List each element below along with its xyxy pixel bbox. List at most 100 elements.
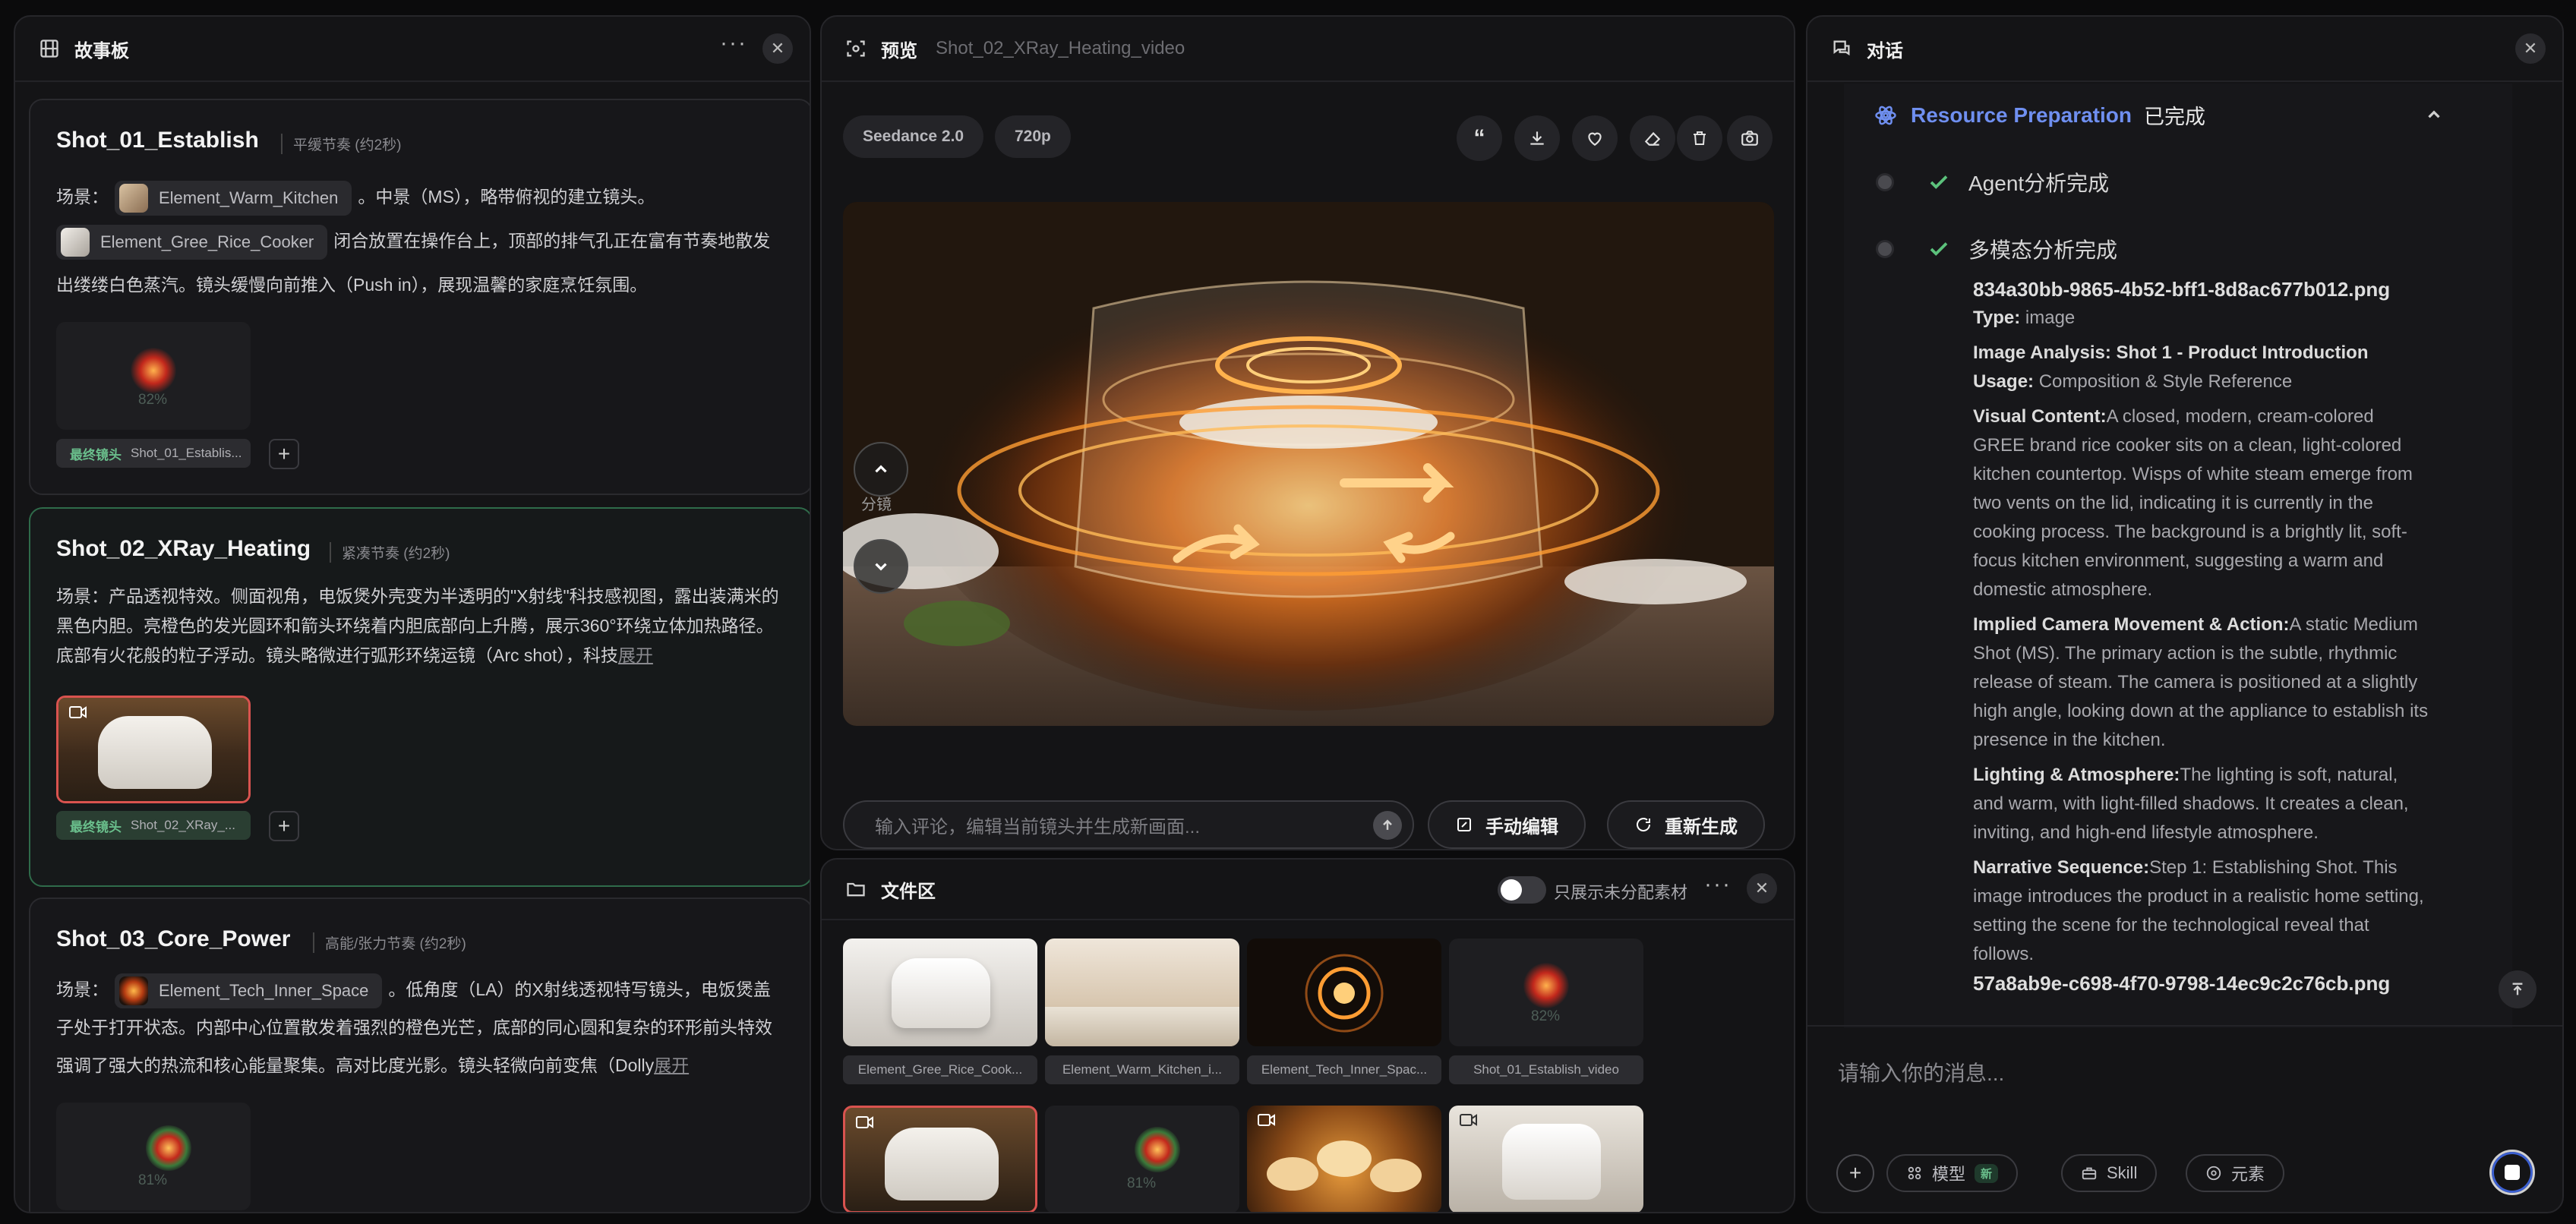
send-comment-button[interactable]: [1373, 811, 1402, 840]
loading-glow: [146, 1125, 191, 1171]
element-chip[interactable]: Element_Warm_Kitchen: [115, 180, 352, 216]
rice-cooker-thumb: [61, 227, 90, 257]
chat-icon: [1829, 36, 1855, 62]
dumplings-image: [1267, 1140, 1422, 1192]
shot-title: Shot_02_XRay_Heating: [56, 536, 311, 561]
progress-text: 82%: [1531, 1008, 1561, 1024]
arrow-up-icon: [1383, 819, 1392, 830]
loading-glow: [1523, 963, 1569, 1008]
unassigned-toggle[interactable]: [1498, 876, 1546, 904]
rice-cooker-image: [1502, 1124, 1601, 1200]
chevron-down-icon: [875, 563, 887, 571]
resolution-pill[interactable]: 720p: [995, 115, 1071, 158]
erase-button[interactable]: [1630, 115, 1675, 161]
shot-card-3[interactable]: Shot_03_Core_Power 高能/张力节奏 (约2秒) 场景： Elem…: [29, 897, 810, 1212]
skill-button[interactable]: Skill: [2061, 1154, 2158, 1192]
chat-input-placeholder: 请输入你的消息...: [1838, 1062, 2005, 1085]
new-badge: 新: [1975, 1163, 1999, 1183]
shot-description: 场景： Element_Tech_Inner_Space 。低角度（LA）的X射线透…: [56, 970, 785, 1084]
shot-tag: 平缓节奏 (约2秒): [281, 134, 402, 154]
add-shot-button[interactable]: +: [269, 811, 299, 841]
shot-card-1[interactable]: Shot_01_Establish 平缓节奏 (约2秒) 场景： Element_…: [29, 99, 810, 495]
file-area-header: 文件区 只展示未分配素材 ··· ✕: [822, 860, 1794, 920]
preview-header: 预览 Shot_02_XRay_Heating_video: [822, 17, 1794, 82]
video-player[interactable]: [843, 202, 1774, 726]
next-shot-button[interactable]: [854, 539, 908, 594]
progress-text: 81%: [138, 1172, 168, 1188]
more-icon[interactable]: ···: [1704, 872, 1732, 897]
expand-link[interactable]: 展开: [654, 1055, 689, 1075]
download-button[interactable]: [1514, 115, 1560, 161]
add-attachment-button[interactable]: +: [1836, 1154, 1874, 1192]
shot-thumbnail[interactable]: 82%: [56, 322, 251, 430]
file-tile[interactable]: [843, 1106, 1037, 1212]
shot-description: 场景： Element_Warm_Kitchen 。中景（MS），略带俯视的建立镜头…: [56, 175, 785, 307]
shot-title: Shot_03_Core_Power: [56, 926, 291, 951]
eraser-icon: [1644, 131, 1661, 146]
video-icon: [856, 1115, 874, 1133]
comment-input[interactable]: 输入评论，编辑当前镜头并生成新画面...: [843, 800, 1414, 849]
chat-messages[interactable]: Resource Preparation 已完成 Agent分析完成 多模态分析…: [1807, 84, 2562, 1028]
delete-button[interactable]: [1677, 115, 1722, 161]
screenshot-button[interactable]: [1727, 115, 1773, 161]
scan-icon: [843, 36, 869, 62]
file-label: Element_Tech_Inner_Spac...: [1247, 1055, 1441, 1084]
close-chat-button[interactable]: ✕: [2515, 33, 2546, 64]
element-chip[interactable]: Element_Tech_Inner_Space: [115, 973, 383, 1008]
storyboard-header: 故事板 ··· ✕: [15, 17, 810, 82]
loading-glow: [1135, 1127, 1180, 1172]
scroll-top-button[interactable]: [2499, 970, 2537, 1008]
file-tile[interactable]: 82%: [1449, 939, 1643, 1046]
shot-nav-label: 分镜: [861, 497, 892, 513]
rice-cooker-image: [98, 716, 212, 789]
file-tile[interactable]: [1247, 1106, 1441, 1212]
favorite-button[interactable]: [1572, 115, 1618, 161]
element-chip[interactable]: Element_Gree_Rice_Cooker: [56, 224, 328, 260]
file-tile[interactable]: [1449, 1106, 1643, 1212]
model-pill[interactable]: Seedance 2.0: [843, 115, 984, 158]
file-tile[interactable]: 81%: [1045, 1106, 1239, 1212]
file-label: Element_Warm_Kitchen_i...: [1045, 1055, 1239, 1084]
quote-button[interactable]: “: [1457, 115, 1502, 161]
chat-input-area[interactable]: 请输入你的消息... + 模型新 Skill 元素: [1807, 1025, 2562, 1212]
close-storyboard-button[interactable]: ✕: [762, 33, 793, 64]
more-icon[interactable]: ···: [720, 30, 747, 56]
manual-edit-button[interactable]: 手动编辑: [1428, 800, 1586, 849]
shot-card-2[interactable]: Shot_02_XRay_Heating 紧凑节奏 (约2秒) 场景：产品透视特…: [29, 507, 810, 887]
chat-title: 对话: [1867, 40, 1903, 62]
stop-generation-button[interactable]: [2489, 1150, 2535, 1195]
shot-title: Shot_01_Establish: [56, 128, 259, 153]
chevron-up-icon[interactable]: [2424, 105, 2444, 128]
refresh-icon: [1637, 818, 1651, 831]
storyboard-panel: 故事板 ··· ✕ Shot_01_Establish 平缓节奏 (约2秒) 场…: [14, 15, 811, 1213]
download-icon: [1530, 131, 1544, 145]
kitchen-thumb: [119, 183, 148, 213]
add-shot-button[interactable]: +: [269, 439, 299, 469]
toolbox-icon: [2082, 1167, 2097, 1180]
video-icon: [1460, 1113, 1478, 1131]
check-icon: [1930, 175, 1948, 189]
grid-icon: [1908, 1166, 1921, 1180]
element-button[interactable]: 元素: [2186, 1154, 2285, 1192]
shot-thumbnail[interactable]: [56, 696, 251, 803]
regenerate-button[interactable]: 重新生成: [1607, 800, 1765, 849]
shot-thumbnail[interactable]: 81%: [56, 1103, 251, 1210]
file-tile[interactable]: [1247, 939, 1441, 1046]
shot-tag: 高能/张力节奏 (约2秒): [313, 932, 466, 953]
model-button[interactable]: 模型新: [1886, 1154, 2019, 1192]
shot-tag: 紧凑节奏 (约2秒): [330, 542, 450, 563]
resource-status: 已完成: [2144, 106, 2205, 128]
atom-icon: [1875, 106, 1896, 125]
expand-link[interactable]: 展开: [618, 645, 653, 665]
close-file-area-button[interactable]: ✕: [1747, 873, 1777, 904]
file-tile[interactable]: [1045, 939, 1239, 1046]
element-icon: [2206, 1166, 2221, 1181]
previous-shot-button[interactable]: [854, 442, 908, 497]
final-shot-label: 最终镜头 Shot_01_Establis...: [56, 439, 251, 468]
file-tile[interactable]: [843, 939, 1037, 1046]
resource-preparation-header[interactable]: Resource Preparation 已完成: [1874, 100, 2205, 130]
step-multimodal-analysis: 多模态分析完成: [1876, 234, 2117, 264]
chevron-up-icon: [875, 465, 887, 473]
step-dot: [1876, 173, 1894, 191]
stop-icon: [2505, 1165, 2520, 1180]
